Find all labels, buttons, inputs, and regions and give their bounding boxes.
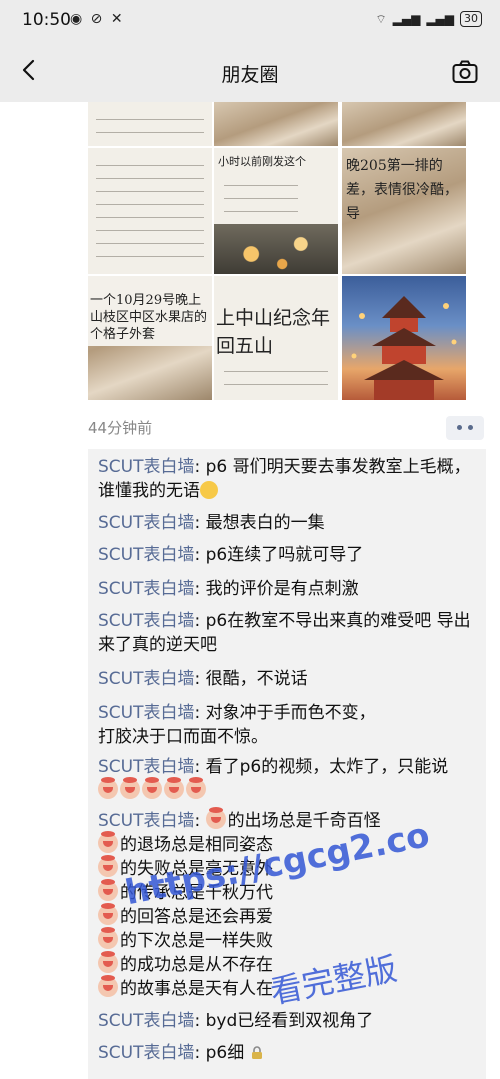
camera-icon[interactable] [452, 60, 478, 84]
comment-text: 最想表白的一集 [205, 513, 325, 533]
lock-emoji-icon [251, 1046, 262, 1059]
comment-author[interactable]: SCUT表白墙 [98, 703, 195, 723]
dot-icon [457, 425, 462, 430]
comment-author[interactable]: SCUT表白墙 [98, 513, 195, 533]
clown-emoji-icon [98, 777, 118, 799]
comment-item[interactable]: SCUT表白墙: byd已经看到双视角了 [98, 1009, 478, 1033]
page-title: 朋友圈 [221, 64, 279, 86]
clown-emoji-icon [186, 777, 206, 799]
comment-author[interactable]: SCUT表白墙 [98, 1011, 195, 1031]
status-bar: 10:50 ◉ ⊘ ✕ ⌔ ▂▄▆ ▂▄▆ 30 [0, 0, 500, 40]
image-handwriting: 上中山纪念年回五山 [216, 307, 331, 357]
status-time: 10:50 [22, 10, 71, 30]
post-image[interactable]: 晚205第一排的差，表情很冷酷，导 [342, 148, 466, 274]
comment-item[interactable]: SCUT表白墙: p6连续了吗就可导了 [98, 543, 478, 567]
post-image-grid: 小时以前刚发这个 晚205第一排的差，表情很冷酷，导 一个10月29号晚上山枝区… [88, 102, 466, 400]
post-image[interactable] [88, 148, 212, 274]
comment-text: 对象冲于手而色不变， [205, 703, 376, 723]
post-image[interactable] [342, 276, 466, 400]
dot-icon [468, 425, 473, 430]
post-image[interactable]: 一个10月29号晚上山枝区中区水果店的个格子外套 [88, 276, 212, 400]
comment-item[interactable]: SCUT表白墙: 对象冲于手而色不变， 打胶决于口而面不惊。 [98, 701, 478, 749]
post-image[interactable] [342, 102, 466, 146]
comment-author[interactable]: SCUT表白墙 [98, 579, 195, 599]
comment-author[interactable]: SCUT表白墙 [98, 811, 195, 831]
smile-emoji-icon [200, 481, 218, 499]
clown-emoji-icon [98, 831, 118, 853]
clown-emoji-icon [98, 855, 118, 877]
clown-emoji-icon [98, 879, 118, 901]
comment-item[interactable]: SCUT表白墙: 看了p6的视频，太炸了，只能说 [98, 755, 478, 803]
signal-icon: ▂▄▆ [392, 12, 421, 26]
comment-item[interactable]: SCUT表白墙: p6在教室不导出来真的难受吧 导出来了真的逆天吧 [98, 609, 478, 657]
post-time: 44分钟前 [88, 419, 153, 437]
signal-icon-2: ▂▄▆ [426, 12, 454, 26]
comment-author[interactable]: SCUT表白墙 [98, 545, 195, 565]
comment-text: p6细 [205, 1043, 245, 1063]
comment-author[interactable]: SCUT表白墙 [98, 1043, 195, 1063]
comment-text: 很酷，不说话 [205, 669, 308, 689]
pagoda-illustration [351, 296, 457, 400]
clown-emoji-icon [205, 807, 226, 829]
comment-item[interactable]: SCUT表白墙: 很酷，不说话 [98, 667, 478, 691]
wifi-icon: ⌔ [375, 11, 387, 26]
clown-emoji-icon [98, 927, 118, 949]
image-handwriting: 小时以前刚发这个 [218, 155, 306, 168]
comment-text: 我的评价是有点刺激 [205, 579, 359, 599]
post-image[interactable] [88, 102, 212, 146]
clown-emoji-icon [98, 903, 118, 925]
image-handwriting: 晚205第一排的差，表情很冷酷，导 [346, 158, 458, 222]
comment-item[interactable]: SCUT表白墙: 最想表白的一集 [98, 511, 478, 535]
comment-text: 看了p6的视频，太炸了，只能说 [205, 757, 449, 777]
clown-emoji-icon [120, 777, 140, 799]
comment-item[interactable]: SCUT表白墙: p6 哥们明天要去事发教室上毛概，谁懂我的无语 [98, 455, 478, 503]
more-options-button[interactable] [446, 416, 484, 440]
comment-text: byd已经看到双视角了 [205, 1011, 374, 1031]
comment-author[interactable]: SCUT表白墙 [98, 457, 195, 477]
post-image[interactable]: 上中山纪念年回五山 [214, 276, 338, 400]
comment-item[interactable]: SCUT表白墙: 我的评价是有点刺激 [98, 577, 478, 601]
post-image[interactable]: 小时以前刚发这个 [214, 148, 338, 274]
battery-icon: 30 [460, 11, 482, 27]
comment-text: 的故事总是天有人在 [120, 979, 273, 999]
comment-text: 的成功总是从不存在 [120, 955, 273, 975]
comment-text: 的下次总是一样失败 [120, 931, 273, 951]
status-right-icons: ⌔ ▂▄▆ ▂▄▆ 30 [375, 11, 482, 27]
clown-emoji-icon [164, 777, 184, 799]
post-image[interactable] [214, 102, 338, 146]
comment-author[interactable]: SCUT表白墙 [98, 757, 195, 777]
nav-bar: 朋友圈 [0, 40, 500, 102]
comment-author[interactable]: SCUT表白墙 [98, 669, 195, 689]
status-notification-icons: ◉ ⊘ ✕ [70, 11, 125, 27]
comment-text: 打胶决于口而面不惊。 [98, 727, 268, 747]
image-handwriting: 一个10月29号晚上山枝区中区水果店的个格子外套 [90, 293, 208, 342]
comment-text: p6连续了吗就可导了 [205, 545, 364, 565]
clown-emoji-icon [98, 951, 118, 973]
clown-emoji-icon [98, 975, 118, 997]
comment-author[interactable]: SCUT表白墙 [98, 611, 195, 631]
comment-item[interactable]: SCUT表白墙: p6细 [98, 1041, 478, 1065]
clown-emoji-icon [142, 777, 162, 799]
